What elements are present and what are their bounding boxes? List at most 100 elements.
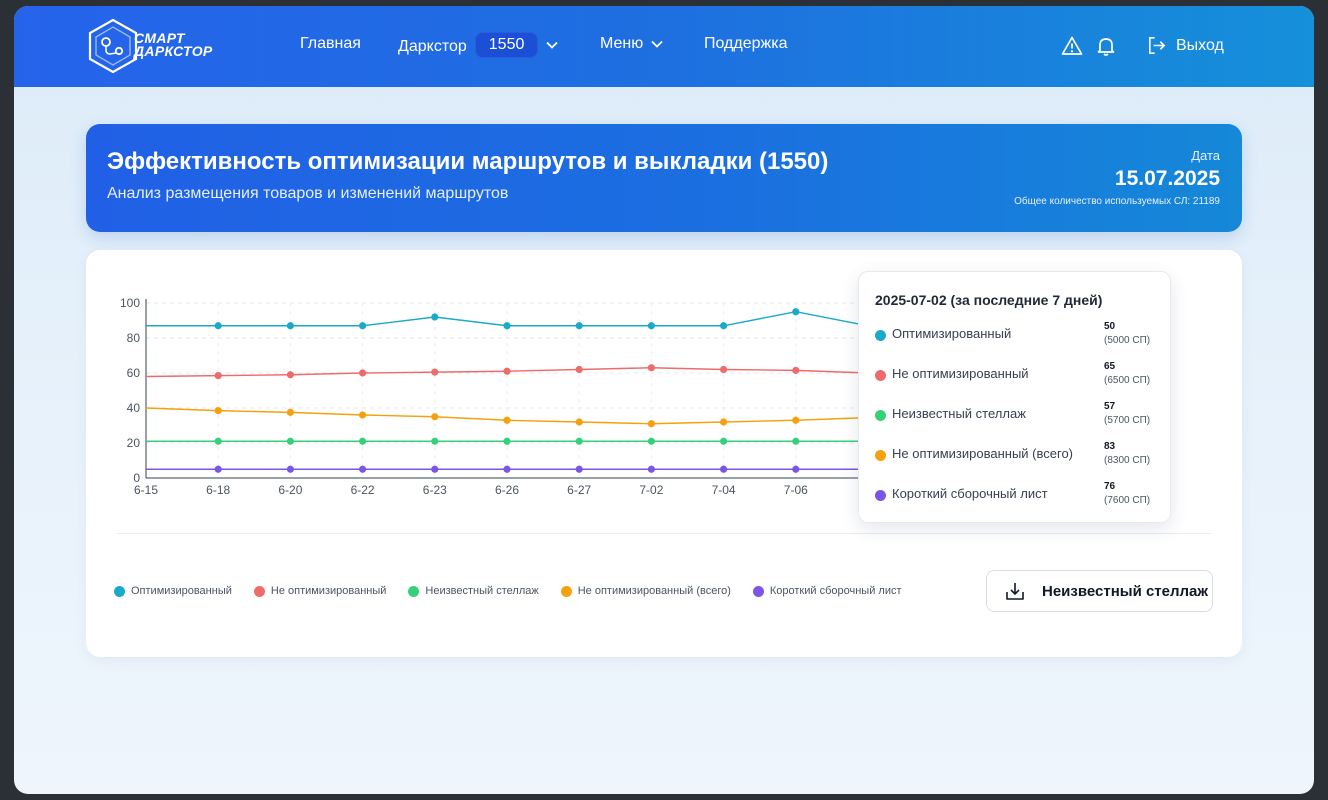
chevron-down-icon[interactable]: [546, 41, 558, 49]
data-point-1: [214, 372, 222, 380]
legend-label: Короткий сборочный лист: [769, 585, 902, 597]
data-point-4: [792, 465, 800, 473]
legend-item-not-optimized[interactable]: Не оптимизированный: [253, 585, 387, 597]
data-point-1: [792, 366, 800, 374]
legend-dot: [408, 585, 420, 597]
nav-support[interactable]: Поддержка: [704, 35, 787, 53]
tooltip-value: 57: [1104, 401, 1116, 412]
x-tick-label: 6-26: [495, 483, 519, 497]
data-point-0: [792, 308, 800, 316]
data-point-1: [720, 365, 728, 374]
data-point-0: [720, 322, 728, 330]
date-label: Дата: [1191, 148, 1220, 163]
data-point-1: [359, 369, 367, 377]
data-point-4: [647, 465, 656, 473]
legend-dot: [752, 585, 764, 597]
data-point-2: [503, 437, 511, 445]
nav-menu[interactable]: Меню: [600, 35, 663, 53]
nav-support-label: Поддержка: [704, 35, 788, 52]
data-point-1: [647, 364, 656, 372]
x-tick-label: 7-06: [784, 483, 808, 497]
legend-label: Не оптимизированный (всего): [577, 585, 731, 597]
y-tick-label: 80: [127, 331, 141, 345]
nav-darkstore-label: Даркстор: [398, 37, 467, 55]
data-point-0: [647, 322, 656, 330]
tooltip-row: Оптимизированный 50 (5000 СП): [875, 321, 1157, 356]
tooltip-dot: [875, 490, 886, 501]
legend-item-optimized[interactable]: Оптимизированный: [114, 585, 232, 597]
tooltip-sub-value: (8300 СП): [1104, 455, 1151, 466]
tooltip-row: Короткий сборочный лист 76 (7600 СП): [875, 481, 1157, 516]
tooltip-title: 2025-07-02 (за последние 7 дней): [875, 292, 1103, 308]
darkstore-id-badge[interactable]: 1550: [474, 32, 539, 58]
data-point-3: [720, 418, 728, 426]
legend-item-unknown-rack[interactable]: Неизвестный стеллаж: [408, 585, 539, 597]
legend-label: Не оптимизированный: [270, 585, 387, 597]
data-point-3: [214, 407, 222, 415]
x-tick-label: 6-23: [423, 483, 447, 497]
tooltip-sub-value: (7600 СП): [1104, 495, 1151, 506]
chevron-down-icon: [651, 40, 663, 48]
x-tick-label: 6-22: [351, 483, 375, 497]
data-point-3: [647, 420, 656, 428]
tooltip-sub-value: (5700 СП): [1104, 415, 1151, 426]
tooltip-series-name: Короткий сборочный лист: [892, 486, 1048, 501]
report-banner: Эффективность оптимизации маршрутов и вы…: [86, 124, 1242, 232]
legend-dot: [253, 585, 265, 597]
legend-item-short-picking-list[interactable]: Короткий сборочный лист: [752, 585, 902, 597]
tooltip-row: Не оптимизированный 65 (6500 СП): [875, 361, 1157, 396]
tooltip-value: 50: [1104, 321, 1116, 332]
data-point-4: [431, 465, 439, 473]
logo-line-2: ДАРКСТОР: [134, 43, 213, 59]
y-tick-label: 100: [120, 296, 140, 310]
data-point-0: [286, 322, 294, 330]
y-tick-label: 40: [127, 401, 141, 415]
tooltip-value: 83: [1104, 441, 1116, 452]
tooltip-row: Неизвестный стеллаж 57 (5700 СП): [875, 401, 1157, 436]
chart-divider: [116, 533, 1212, 534]
x-tick-label: 6-20: [278, 483, 302, 497]
data-point-3: [431, 413, 439, 421]
bell-icon[interactable]: [1095, 35, 1117, 57]
legend-item-not-optimized-total[interactable]: Не оптимизированный (всего): [560, 585, 731, 597]
data-point-4: [359, 465, 367, 473]
data-point-4: [214, 465, 222, 473]
tooltip-series-name: Не оптимизированный: [892, 366, 1029, 381]
data-point-4: [286, 465, 294, 473]
warning-icon[interactable]: [1061, 35, 1083, 57]
app-window: СМАРТ ДАРКСТОР Главная Даркстор 1550 Мен…: [14, 6, 1314, 794]
data-point-2: [431, 437, 439, 445]
data-point-1: [286, 371, 294, 379]
tooltip-series-name: Оптимизированный: [892, 326, 1012, 341]
legend-label: Неизвестный стеллаж: [425, 585, 539, 597]
legend-label: Оптимизированный: [131, 585, 232, 597]
chart-legend: Оптимизированный Не оптимизированный Неи…: [114, 585, 902, 597]
download-button-label: Неизвестный стеллаж: [1042, 582, 1209, 600]
data-point-2: [214, 437, 222, 445]
nav-home[interactable]: Главная: [300, 35, 361, 53]
smart-darkstore-logo[interactable]: СМАРТ ДАРКСТОР: [84, 17, 224, 75]
tooltip-dot: [875, 330, 886, 341]
top-navigation-bar: СМАРТ ДАРКСТОР Главная Даркстор 1550 Мен…: [14, 6, 1314, 87]
data-point-2: [575, 437, 583, 445]
tooltip-value: 65: [1104, 361, 1116, 372]
data-point-2: [720, 437, 728, 445]
data-point-0: [431, 313, 439, 321]
data-point-2: [286, 437, 294, 445]
tooltip-dot: [875, 450, 886, 461]
tooltip-series-name: Не оптимизированный (всего): [892, 446, 1073, 461]
download-unknown-rack-button[interactable]: Неизвестный стеллаж: [986, 570, 1213, 612]
legend-dot: [560, 585, 572, 597]
nav-darkstore[interactable]: Даркстор 1550: [398, 32, 558, 58]
tooltip-row: Не оптимизированный (всего) 83 (8300 СП): [875, 441, 1157, 476]
tooltip-sub-value: (6500 СП): [1104, 375, 1151, 386]
data-point-1: [431, 368, 439, 376]
data-point-4: [720, 465, 728, 473]
download-icon: [1006, 583, 1024, 600]
data-point-3: [359, 411, 367, 419]
logout-button[interactable]: Выход: [1146, 35, 1224, 56]
data-point-0: [359, 322, 367, 330]
data-point-3: [792, 416, 800, 424]
data-point-2: [647, 437, 656, 445]
nav-home-label: Главная: [300, 35, 361, 52]
